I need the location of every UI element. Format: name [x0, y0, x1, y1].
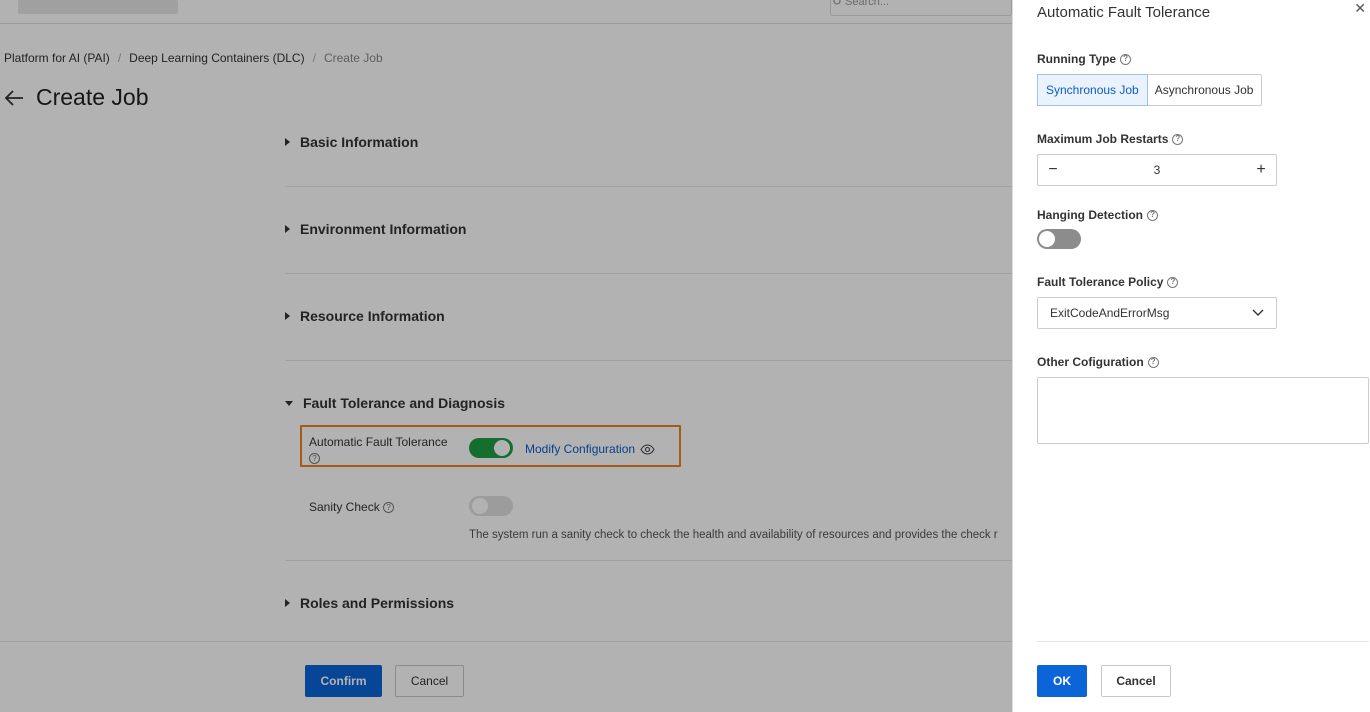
- auto-fault-tolerance-label: Automatic Fault Tolerance ?: [309, 435, 448, 465]
- running-type-asynchronous[interactable]: Asynchronous Job: [1147, 75, 1262, 105]
- caret-right-icon: [285, 599, 290, 607]
- chevron-down-icon: [1252, 309, 1264, 316]
- fault-policy-value: ExitCodeAndErrorMsg: [1050, 306, 1170, 320]
- section-resource-information: Resource Information: [285, 308, 1012, 361]
- section-title: Basic Information: [300, 134, 419, 150]
- global-search[interactable]: Search...: [830, 0, 1012, 16]
- other-configuration-textarea[interactable]: [1037, 377, 1369, 444]
- caret-right-icon: [285, 312, 290, 320]
- caret-right-icon: [285, 138, 290, 146]
- caret-down-icon: [285, 400, 293, 406]
- section-header-resource[interactable]: Resource Information: [285, 308, 1012, 324]
- switch-knob: [1039, 231, 1055, 247]
- breadcrumb-separator: /: [117, 51, 122, 65]
- increment-button[interactable]: +: [1246, 161, 1276, 179]
- help-icon[interactable]: ?: [1147, 356, 1159, 368]
- global-search-placeholder: Search...: [845, 0, 890, 8]
- fault-policy-label: Fault Tolerance Policy ?: [1037, 275, 1179, 289]
- switch-knob: [494, 440, 510, 456]
- section-title: Roles and Permissions: [300, 595, 455, 611]
- decrement-button[interactable]: −: [1038, 161, 1068, 179]
- arrow-left-icon[interactable]: [4, 89, 24, 107]
- section-title: Fault Tolerance and Diagnosis: [303, 395, 506, 411]
- running-type-selector: Synchronous Job Asynchronous Job: [1037, 74, 1263, 106]
- fault-policy-select[interactable]: ExitCodeAndErrorMsg: [1037, 297, 1277, 329]
- drawer-cancel-button[interactable]: Cancel: [1101, 665, 1171, 697]
- sanity-check-description: The system run a sanity check to check t…: [469, 529, 998, 541]
- section-roles-permissions: Roles and Permissions: [285, 595, 1012, 641]
- hanging-detection-switch[interactable]: [1037, 229, 1081, 249]
- help-icon[interactable]: ?: [309, 453, 320, 465]
- ok-button[interactable]: OK: [1037, 665, 1087, 697]
- search-icon: [833, 0, 841, 5]
- running-type-synchronous[interactable]: Synchronous Job: [1037, 74, 1148, 106]
- max-restarts-input[interactable]: 3: [1068, 163, 1246, 177]
- breadcrumb: Platform for AI (PAI) / Deep Learning Co…: [4, 51, 383, 65]
- running-type-label: Running Type ?: [1037, 52, 1132, 66]
- section-header-roles[interactable]: Roles and Permissions: [285, 595, 1012, 611]
- breadcrumb-current: Create Job: [323, 51, 383, 65]
- help-icon[interactable]: ?: [383, 502, 395, 514]
- max-restarts-stepper: − 3 +: [1037, 154, 1277, 186]
- top-bar: Search...: [0, 0, 1012, 24]
- breadcrumb-dlc[interactable]: Deep Learning Containers (DLC): [129, 51, 304, 65]
- footer-divider: [0, 641, 1012, 642]
- other-configuration-label: Other Cofiguration ?: [1037, 355, 1159, 369]
- section-title: Environment Information: [300, 221, 467, 237]
- section-header-basic[interactable]: Basic Information: [285, 134, 1012, 150]
- max-restarts-label: Maximum Job Restarts ?: [1037, 132, 1184, 146]
- breadcrumb-pai[interactable]: Platform for AI (PAI): [4, 51, 110, 65]
- help-icon[interactable]: ?: [1147, 209, 1159, 221]
- section-header-environment[interactable]: Environment Information: [285, 221, 1012, 237]
- modify-configuration-link[interactable]: Modify Configuration: [525, 442, 655, 456]
- breadcrumb-separator: /: [312, 51, 316, 65]
- drawer-title: Automatic Fault Tolerance: [1037, 4, 1211, 21]
- hanging-detection-label: Hanging Detection ?: [1037, 208, 1159, 222]
- drawer-footer-divider: [1037, 641, 1369, 642]
- fault-tolerance-drawer: Automatic Fault Tolerance ✕ Running Type…: [1012, 0, 1370, 712]
- section-title: Resource Information: [300, 308, 445, 324]
- section-header-fault[interactable]: Fault Tolerance and Diagnosis: [285, 395, 1012, 411]
- cancel-button[interactable]: Cancel: [395, 665, 464, 697]
- create-job-page: Search... Platform for AI (PAI) / Deep L…: [0, 0, 1012, 712]
- page-header: Create Job: [4, 84, 149, 111]
- section-environment-information: Environment Information: [285, 221, 1012, 274]
- confirm-button[interactable]: Confirm: [305, 665, 382, 697]
- caret-right-icon: [285, 225, 290, 233]
- sanity-check-switch[interactable]: [469, 496, 513, 516]
- help-icon[interactable]: ?: [1167, 276, 1179, 288]
- eye-icon: [640, 443, 655, 455]
- help-icon[interactable]: ?: [1172, 133, 1184, 145]
- section-basic-information: Basic Information: [285, 134, 1012, 187]
- auto-fault-tolerance-switch[interactable]: [469, 438, 513, 458]
- switch-knob: [472, 498, 488, 514]
- sanity-check-label: Sanity Check ?: [309, 500, 395, 514]
- console-logo: [18, 0, 178, 14]
- help-icon[interactable]: ?: [1120, 53, 1132, 65]
- page-title: Create Job: [36, 84, 149, 110]
- close-icon[interactable]: ✕: [1354, 0, 1366, 17]
